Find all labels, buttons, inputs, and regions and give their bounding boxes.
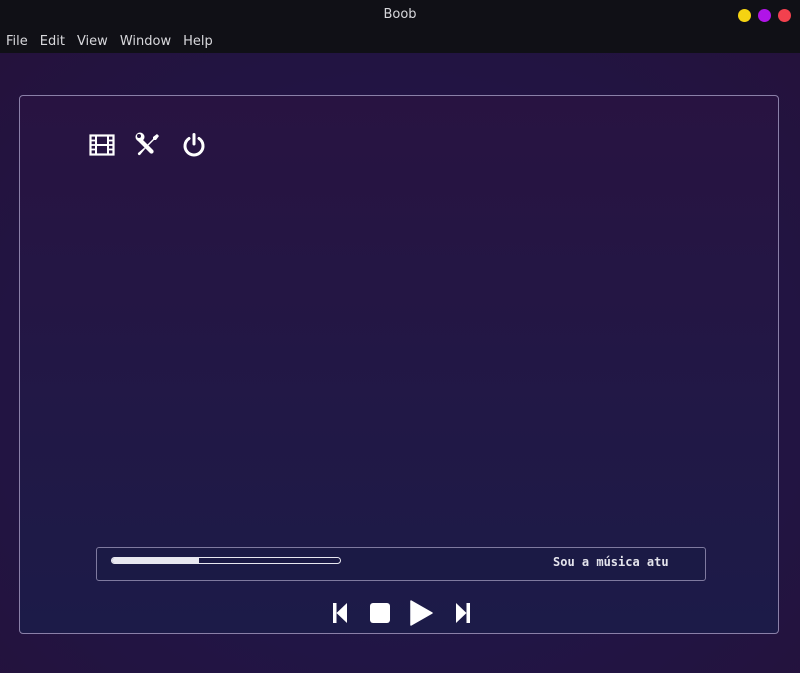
minimize-button[interactable] xyxy=(738,9,751,22)
stop-icon[interactable] xyxy=(367,596,393,630)
title-bar: Boob xyxy=(0,0,800,30)
track-title: Sou a música atual xyxy=(553,555,668,569)
player-panel: Sou a música atual xyxy=(19,95,779,634)
maximize-button[interactable] xyxy=(758,9,771,22)
skip-previous-icon[interactable] xyxy=(327,596,353,630)
play-icon[interactable] xyxy=(408,596,434,630)
window-title: Boob xyxy=(383,7,417,22)
now-playing-bar: Sou a música atual xyxy=(96,547,706,581)
tools-icon[interactable] xyxy=(134,131,162,159)
progress-fill xyxy=(112,558,199,563)
menu-help[interactable]: Help xyxy=(183,34,213,49)
menu-file[interactable]: File xyxy=(6,34,28,49)
menu-window[interactable]: Window xyxy=(120,34,171,49)
menu-view[interactable]: View xyxy=(77,34,108,49)
film-icon[interactable] xyxy=(88,131,116,159)
power-icon[interactable] xyxy=(180,131,208,159)
menu-bar: File Edit View Window Help xyxy=(0,30,800,53)
playback-controls xyxy=(20,596,780,630)
skip-next-icon[interactable] xyxy=(450,596,476,630)
app-area: Sou a música atual xyxy=(0,53,800,673)
menu-edit[interactable]: Edit xyxy=(40,34,65,49)
close-button[interactable] xyxy=(778,9,791,22)
progress-bar[interactable] xyxy=(111,557,341,564)
